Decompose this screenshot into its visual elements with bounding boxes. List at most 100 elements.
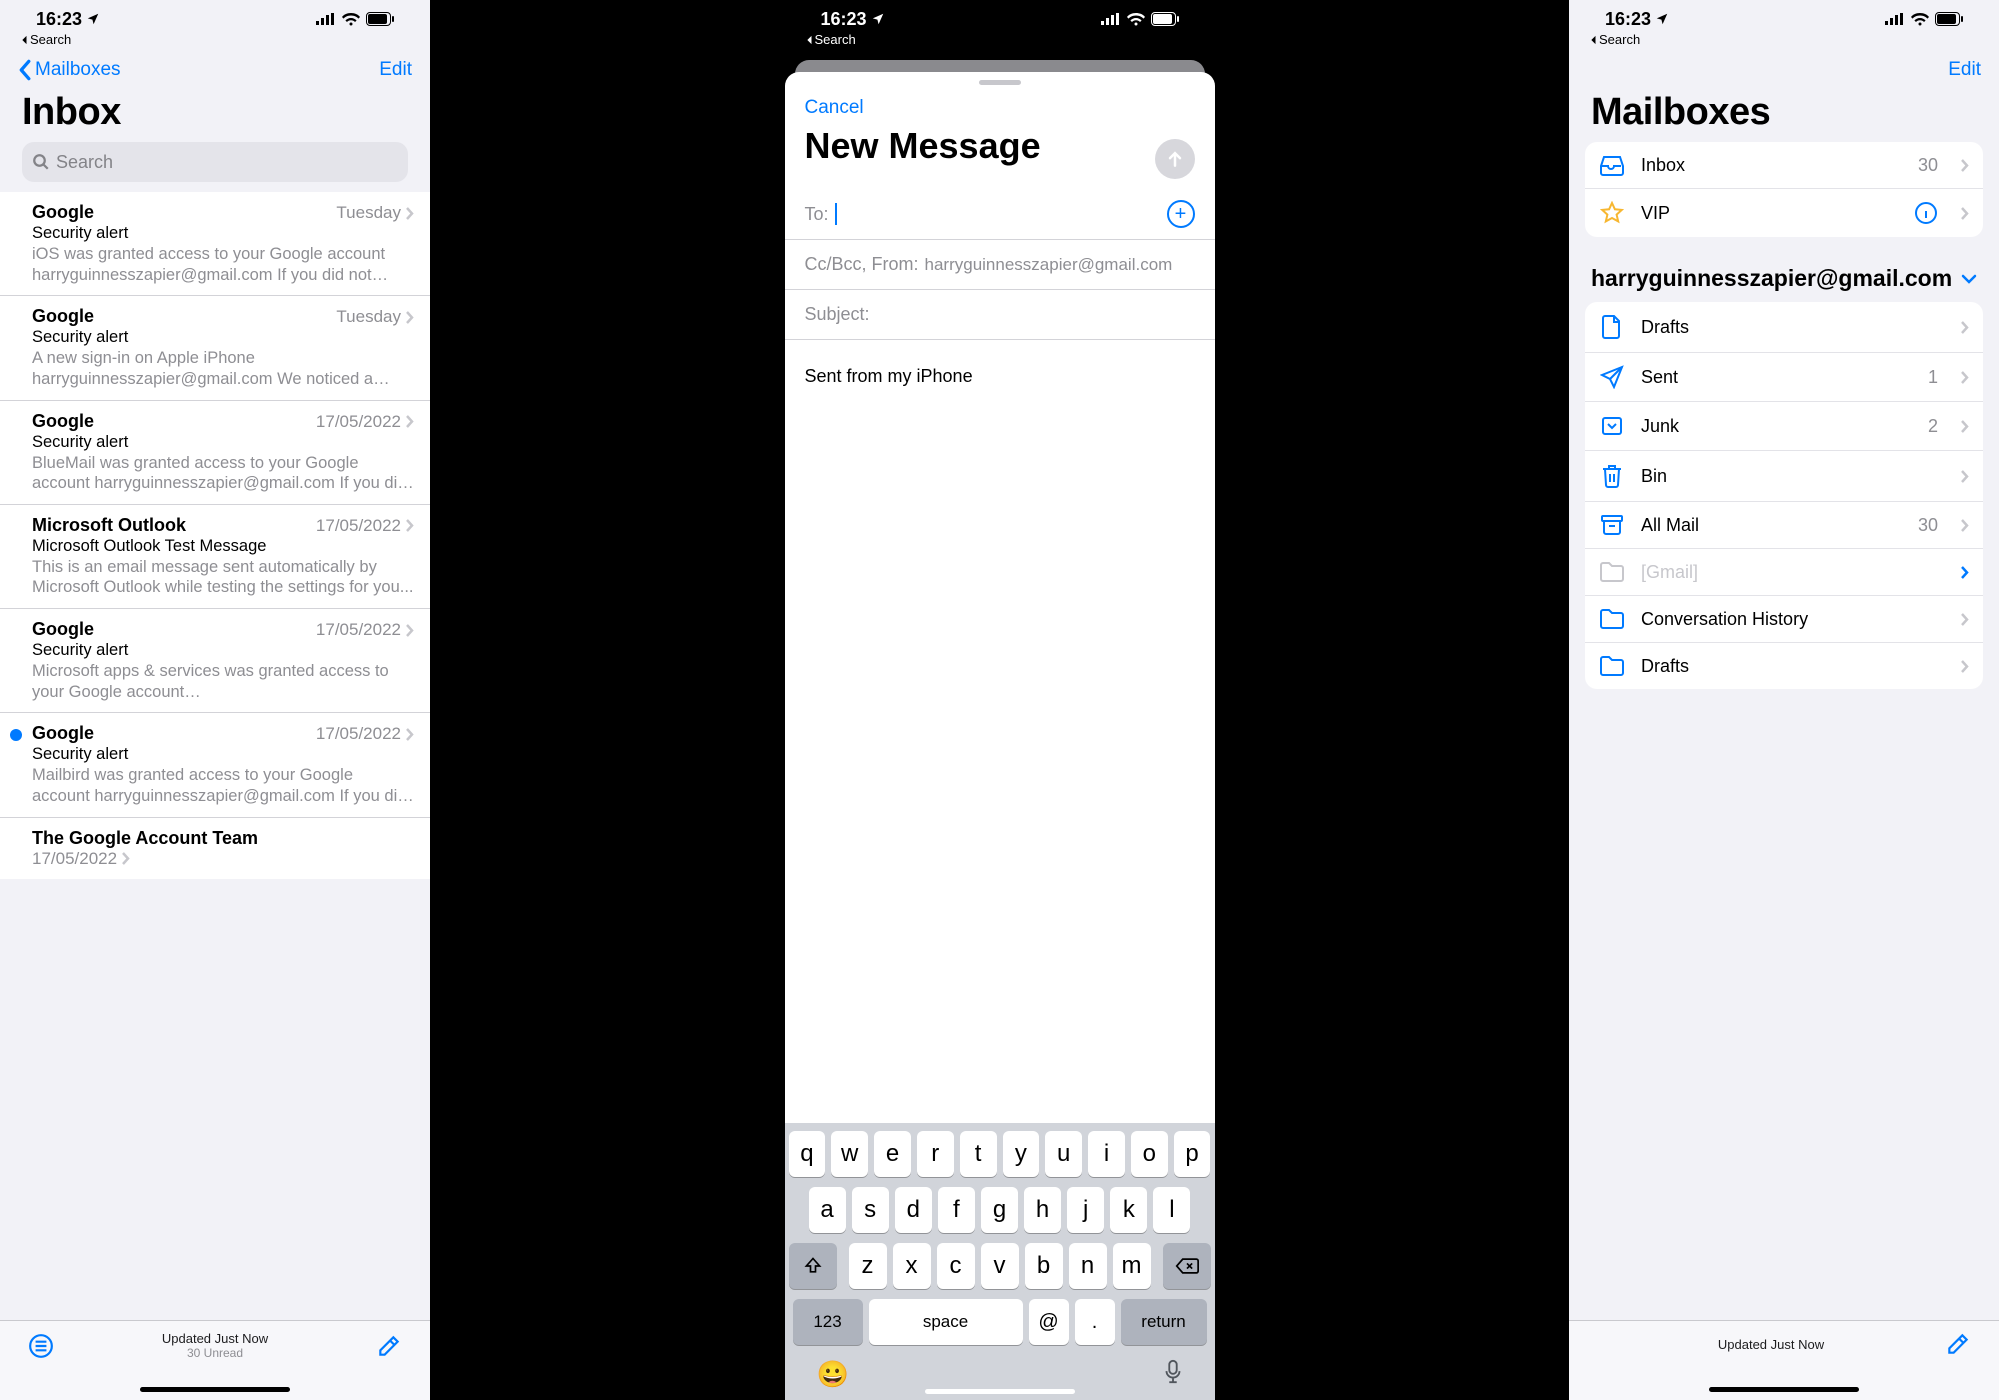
key-d[interactable]: d [895, 1187, 932, 1233]
mailbox-row-conversation-history[interactable]: Conversation History [1585, 596, 1983, 643]
mailbox-count: 30 [1918, 515, 1938, 536]
key-dot[interactable]: . [1075, 1299, 1115, 1345]
key-h[interactable]: h [1024, 1187, 1061, 1233]
key-v[interactable]: v [981, 1243, 1019, 1289]
text-cursor [835, 203, 837, 225]
compose-icon[interactable] [376, 1333, 402, 1359]
key-m[interactable]: m [1113, 1243, 1151, 1289]
key-i[interactable]: i [1088, 1131, 1125, 1177]
key-s[interactable]: s [852, 1187, 889, 1233]
key-q[interactable]: q [789, 1131, 826, 1177]
key-123[interactable]: 123 [793, 1299, 863, 1345]
message-row[interactable]: The Google Account Team17/05/2022 [0, 818, 430, 879]
filter-icon[interactable] [28, 1333, 54, 1359]
subject-field[interactable]: Subject: [785, 290, 1215, 340]
key-j[interactable]: j [1067, 1187, 1104, 1233]
key-k[interactable]: k [1110, 1187, 1147, 1233]
chevron-right-icon [1960, 206, 1969, 221]
key-w[interactable]: w [831, 1131, 868, 1177]
dictate-key[interactable] [1163, 1359, 1183, 1390]
key-b[interactable]: b [1025, 1243, 1063, 1289]
back-to-search[interactable]: Search [12, 32, 418, 51]
mailbox-row-drafts[interactable]: Drafts [1585, 302, 1983, 353]
info-icon[interactable] [1914, 201, 1938, 225]
key-x[interactable]: x [893, 1243, 931, 1289]
junk-icon [1599, 414, 1625, 438]
message-row[interactable]: Microsoft Outlook17/05/2022 Microsoft Ou… [0, 505, 430, 609]
key-a[interactable]: a [809, 1187, 846, 1233]
message-subject: Security alert [32, 745, 414, 764]
mailbox-label: All Mail [1641, 515, 1902, 536]
back-to-search[interactable]: Search [1581, 32, 1987, 51]
message-row[interactable]: Google17/05/2022 Security alertMailbird … [0, 713, 430, 817]
toolbar-status: Updated Just Now [1718, 1337, 1824, 1352]
mailbox-row-bin[interactable]: Bin [1585, 451, 1983, 502]
key-y[interactable]: y [1003, 1131, 1040, 1177]
status-bar: 16:23 [12, 4, 418, 34]
key-e[interactable]: e [874, 1131, 911, 1177]
mailbox-row-inbox[interactable]: Inbox30 [1585, 142, 1983, 189]
chevron-right-icon [405, 414, 414, 429]
toolbar-substatus: 30 Unread [162, 1346, 268, 1360]
sheet-grabber[interactable] [979, 80, 1021, 85]
home-indicator [140, 1387, 290, 1392]
message-preview: Mailbird was granted access to your Goog… [32, 765, 414, 806]
send-icon [1599, 365, 1625, 389]
message-row[interactable]: Google17/05/2022 Security alertMicrosoft… [0, 609, 430, 713]
mailbox-row--gmail-[interactable]: [Gmail] [1585, 549, 1983, 596]
key-p[interactable]: p [1174, 1131, 1211, 1177]
folder-icon [1599, 655, 1625, 677]
key-g[interactable]: g [981, 1187, 1018, 1233]
add-contact-icon[interactable]: + [1167, 200, 1195, 228]
key-z[interactable]: z [849, 1243, 887, 1289]
message-row[interactable]: GoogleTuesday Security alertiOS was gran… [0, 192, 430, 296]
key-f[interactable]: f [938, 1187, 975, 1233]
message-subject: Security alert [32, 641, 414, 660]
back-to-search[interactable]: Search [797, 32, 1203, 51]
key-space[interactable]: space [869, 1299, 1023, 1345]
toolbar-status: Updated Just Now [162, 1331, 268, 1346]
cc-bcc-from-field[interactable]: Cc/Bcc, From: harryguinnesszapier@gmail.… [785, 240, 1215, 290]
archive-icon [1599, 514, 1625, 536]
inbox-icon [1599, 154, 1625, 176]
location-icon [871, 12, 885, 26]
mailbox-row-junk[interactable]: Junk2 [1585, 402, 1983, 451]
compose-icon[interactable] [1945, 1331, 1971, 1357]
star-icon [1599, 201, 1625, 225]
key-l[interactable]: l [1153, 1187, 1190, 1233]
search-input[interactable]: Search [22, 142, 408, 182]
key-c[interactable]: c [937, 1243, 975, 1289]
edit-button[interactable]: Edit [1948, 59, 1981, 81]
key-o[interactable]: o [1131, 1131, 1168, 1177]
shift-key[interactable] [789, 1243, 837, 1289]
chevron-right-icon [405, 623, 414, 638]
mailbox-row-sent[interactable]: Sent1 [1585, 353, 1983, 402]
message-preview: This is an email message sent automatica… [32, 557, 414, 598]
key-return[interactable]: return [1121, 1299, 1207, 1345]
status-time: 16:23 [36, 9, 82, 30]
compose-body[interactable]: Sent from my iPhone [785, 340, 1215, 413]
message-row[interactable]: Google17/05/2022 Security alertBlueMail … [0, 401, 430, 505]
folder-icon [1599, 608, 1625, 630]
message-row[interactable]: GoogleTuesday Security alertA new sign-i… [0, 296, 430, 400]
backspace-key[interactable] [1163, 1243, 1211, 1289]
cancel-button[interactable]: Cancel [805, 97, 864, 118]
search-placeholder: Search [56, 152, 113, 173]
mailbox-label: Conversation History [1641, 609, 1944, 630]
mailbox-count: 30 [1918, 155, 1938, 176]
key-at[interactable]: @ [1029, 1299, 1069, 1345]
key-t[interactable]: t [960, 1131, 997, 1177]
mailbox-row-drafts[interactable]: Drafts [1585, 643, 1983, 689]
back-mailboxes[interactable]: Mailboxes [18, 59, 121, 81]
mailbox-row-vip[interactable]: VIP [1585, 189, 1983, 237]
message-sender: Google [32, 619, 94, 640]
mailbox-row-all-mail[interactable]: All Mail 30 [1585, 502, 1983, 549]
send-button[interactable] [1155, 139, 1195, 179]
to-field[interactable]: To: + [785, 189, 1215, 240]
account-header[interactable]: harryguinnesszapier@gmail.com [1569, 261, 1999, 302]
key-u[interactable]: u [1045, 1131, 1082, 1177]
edit-button[interactable]: Edit [379, 59, 412, 81]
key-r[interactable]: r [917, 1131, 954, 1177]
emoji-key[interactable]: 😀 [817, 1359, 849, 1390]
key-n[interactable]: n [1069, 1243, 1107, 1289]
